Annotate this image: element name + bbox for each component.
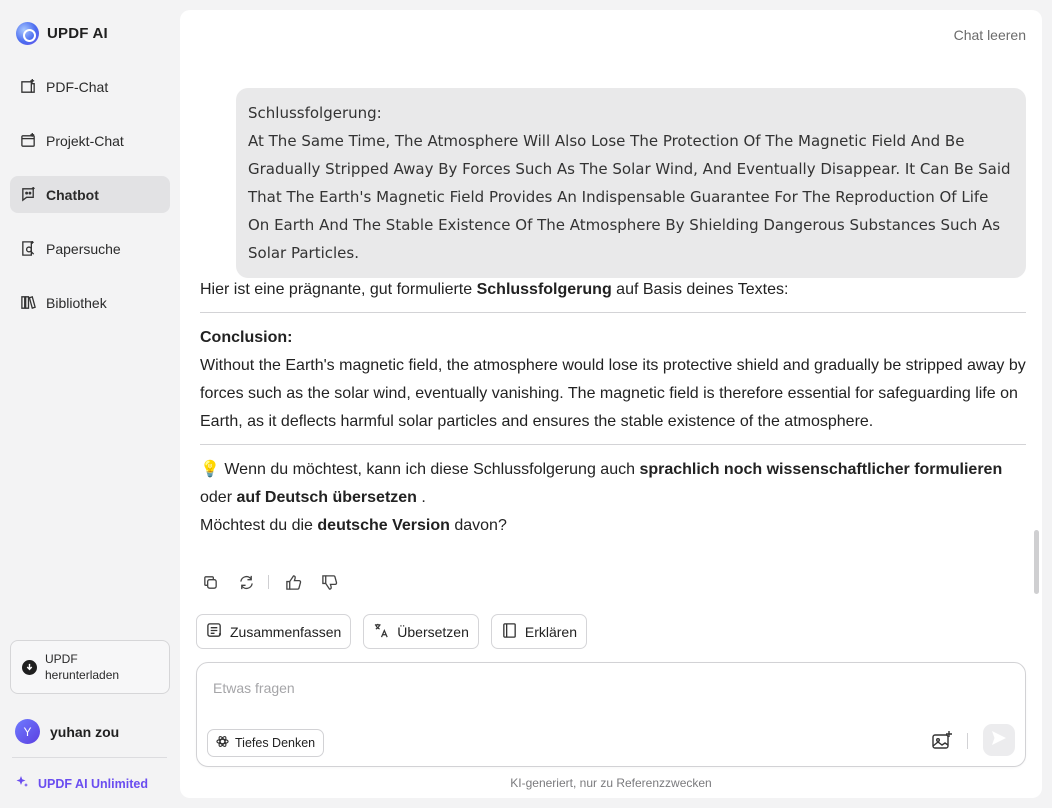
summarize-icon: [206, 622, 223, 642]
conclusion-text: Without the Earth's magnetic field, the …: [200, 357, 1026, 430]
chatbot-icon: [20, 186, 37, 203]
answer-intro-bold: Schlussfolgerung: [476, 281, 612, 298]
question-bold: deutsche Version: [317, 517, 450, 534]
chat-input[interactable]: [213, 677, 993, 699]
send-icon: [991, 730, 1007, 751]
brand-name: UPDF AI: [47, 25, 108, 42]
pdf-chat-icon: [20, 78, 37, 95]
updf-logo-icon: [16, 22, 39, 45]
tip-bold-2: auf Deutsch übersetzen: [236, 489, 417, 506]
answer-divider: [200, 312, 1026, 313]
user-name: yuhan zou: [50, 723, 120, 740]
sidebar-item-chatbot[interactable]: Chatbot: [10, 176, 170, 213]
answer-intro-text: Hier ist eine prägnante, gut formulierte: [200, 281, 477, 298]
copy-icon[interactable]: [200, 572, 220, 592]
assistant-message: Hier ist eine prägnante, gut formulierte…: [200, 276, 1026, 540]
project-chat-icon: [20, 132, 37, 149]
send-button[interactable]: [983, 724, 1015, 756]
translate-button[interactable]: Übersetzen: [363, 614, 479, 649]
sidebar-item-projekt-chat[interactable]: Projekt-Chat: [10, 122, 170, 159]
conclusion-label: Conclusion:: [200, 324, 1026, 352]
answer-question: Möchtest du die deutsche Version davon?: [200, 512, 1026, 540]
thumbs-up-icon[interactable]: [283, 572, 303, 592]
translate-icon: [373, 622, 390, 642]
user-message-body: At The Same Time, The Atmosphere Will Al…: [248, 132, 1011, 262]
paper-search-icon: [20, 240, 37, 257]
tip-bold-1: sprachlich noch wissenschaftlicher formu…: [639, 461, 1003, 478]
download-label-line1: UPDF: [45, 652, 78, 666]
scrollbar-thumb[interactable]: [1034, 530, 1039, 594]
brand[interactable]: UPDF AI: [16, 22, 108, 45]
user-profile[interactable]: Y yuhan zou: [15, 719, 119, 744]
lightbulb-icon: 💡: [200, 461, 220, 478]
sidebar-item-bibliothek[interactable]: Bibliothek: [10, 284, 170, 321]
answer-divider: [200, 444, 1026, 445]
sidebar-item-papersuche[interactable]: Papersuche: [10, 230, 170, 267]
download-icon: [22, 659, 37, 675]
avatar: Y: [15, 719, 40, 744]
sidebar-item-label: Projekt-Chat: [46, 132, 124, 149]
sidebar-item-pdf-chat[interactable]: PDF-Chat: [10, 68, 170, 105]
ai-disclaimer: KI-generiert, nur zu Referenzzwecken: [510, 776, 712, 790]
tip-text-mid: oder: [200, 489, 237, 506]
sidebar-nav: PDF-Chat Projekt-Chat Chatbot Papersuche…: [10, 68, 170, 338]
regenerate-icon[interactable]: [236, 572, 256, 592]
tip-text: Wenn du möchtest, kann ich diese Schluss…: [219, 461, 640, 478]
sidebar: UPDF AI PDF-Chat Projekt-Chat Chatbot Pa…: [0, 0, 180, 808]
chat-composer: Tiefes Denken: [196, 662, 1026, 767]
user-message-bubble: Schlussfolgerung: At The Same Time, The …: [236, 88, 1026, 278]
download-label-line2: herunterladen: [45, 668, 120, 682]
sidebar-item-label: Papersuche: [46, 240, 121, 257]
user-message-title: Schlussfolgerung:: [248, 104, 382, 122]
download-updf-button[interactable]: UPDF herunterladen: [10, 640, 170, 694]
chat-panel: Chat leeren Schlussfolgerung: At The Sam…: [180, 10, 1042, 798]
download-label: UPDF herunterladen: [45, 651, 119, 683]
summarize-label: Zusammenfassen: [230, 623, 342, 640]
explain-label: Erklären: [524, 623, 578, 640]
upgrade-unlimited-link[interactable]: UPDF AI Unlimited: [15, 775, 148, 792]
unlimited-label: UPDF AI Unlimited: [38, 776, 148, 791]
image-upload-icon[interactable]: [931, 730, 953, 752]
tip-text-end: .: [416, 489, 426, 506]
composer-divider: [967, 733, 968, 749]
message-actions: [200, 572, 355, 592]
actions-divider: [268, 575, 269, 589]
answer-intro-text-end: auf Basis deines Textes:: [611, 281, 789, 298]
question-text: Möchtest du die: [200, 517, 318, 534]
question-text-end: davon?: [449, 517, 507, 534]
atom-icon: [216, 735, 229, 751]
summarize-button[interactable]: Zusammenfassen: [196, 614, 352, 649]
deep-think-toggle[interactable]: Tiefes Denken: [207, 729, 325, 757]
explain-icon: [501, 622, 518, 642]
answer-intro: Hier ist eine prägnante, gut formulierte…: [200, 276, 1026, 304]
quick-actions: Zusammenfassen Übersetzen Erklären: [196, 614, 588, 649]
thumbs-down-icon[interactable]: [319, 572, 339, 592]
clear-chat-button[interactable]: Chat leeren: [954, 27, 1026, 43]
sidebar-item-label: Chatbot: [46, 186, 99, 203]
sparkle-icon: [15, 775, 29, 792]
conclusion-label-text: Conclusion:: [200, 329, 293, 346]
explain-button[interactable]: Erklären: [490, 614, 588, 649]
sidebar-item-label: Bibliothek: [46, 294, 107, 311]
library-icon: [20, 294, 37, 311]
answer-tip: 💡 Wenn du möchtest, kann ich diese Schlu…: [200, 456, 1026, 512]
translate-label: Übersetzen: [397, 623, 469, 640]
sidebar-item-label: PDF-Chat: [46, 78, 109, 95]
sidebar-divider: [12, 757, 167, 758]
deep-think-label: Tiefes Denken: [235, 736, 316, 750]
